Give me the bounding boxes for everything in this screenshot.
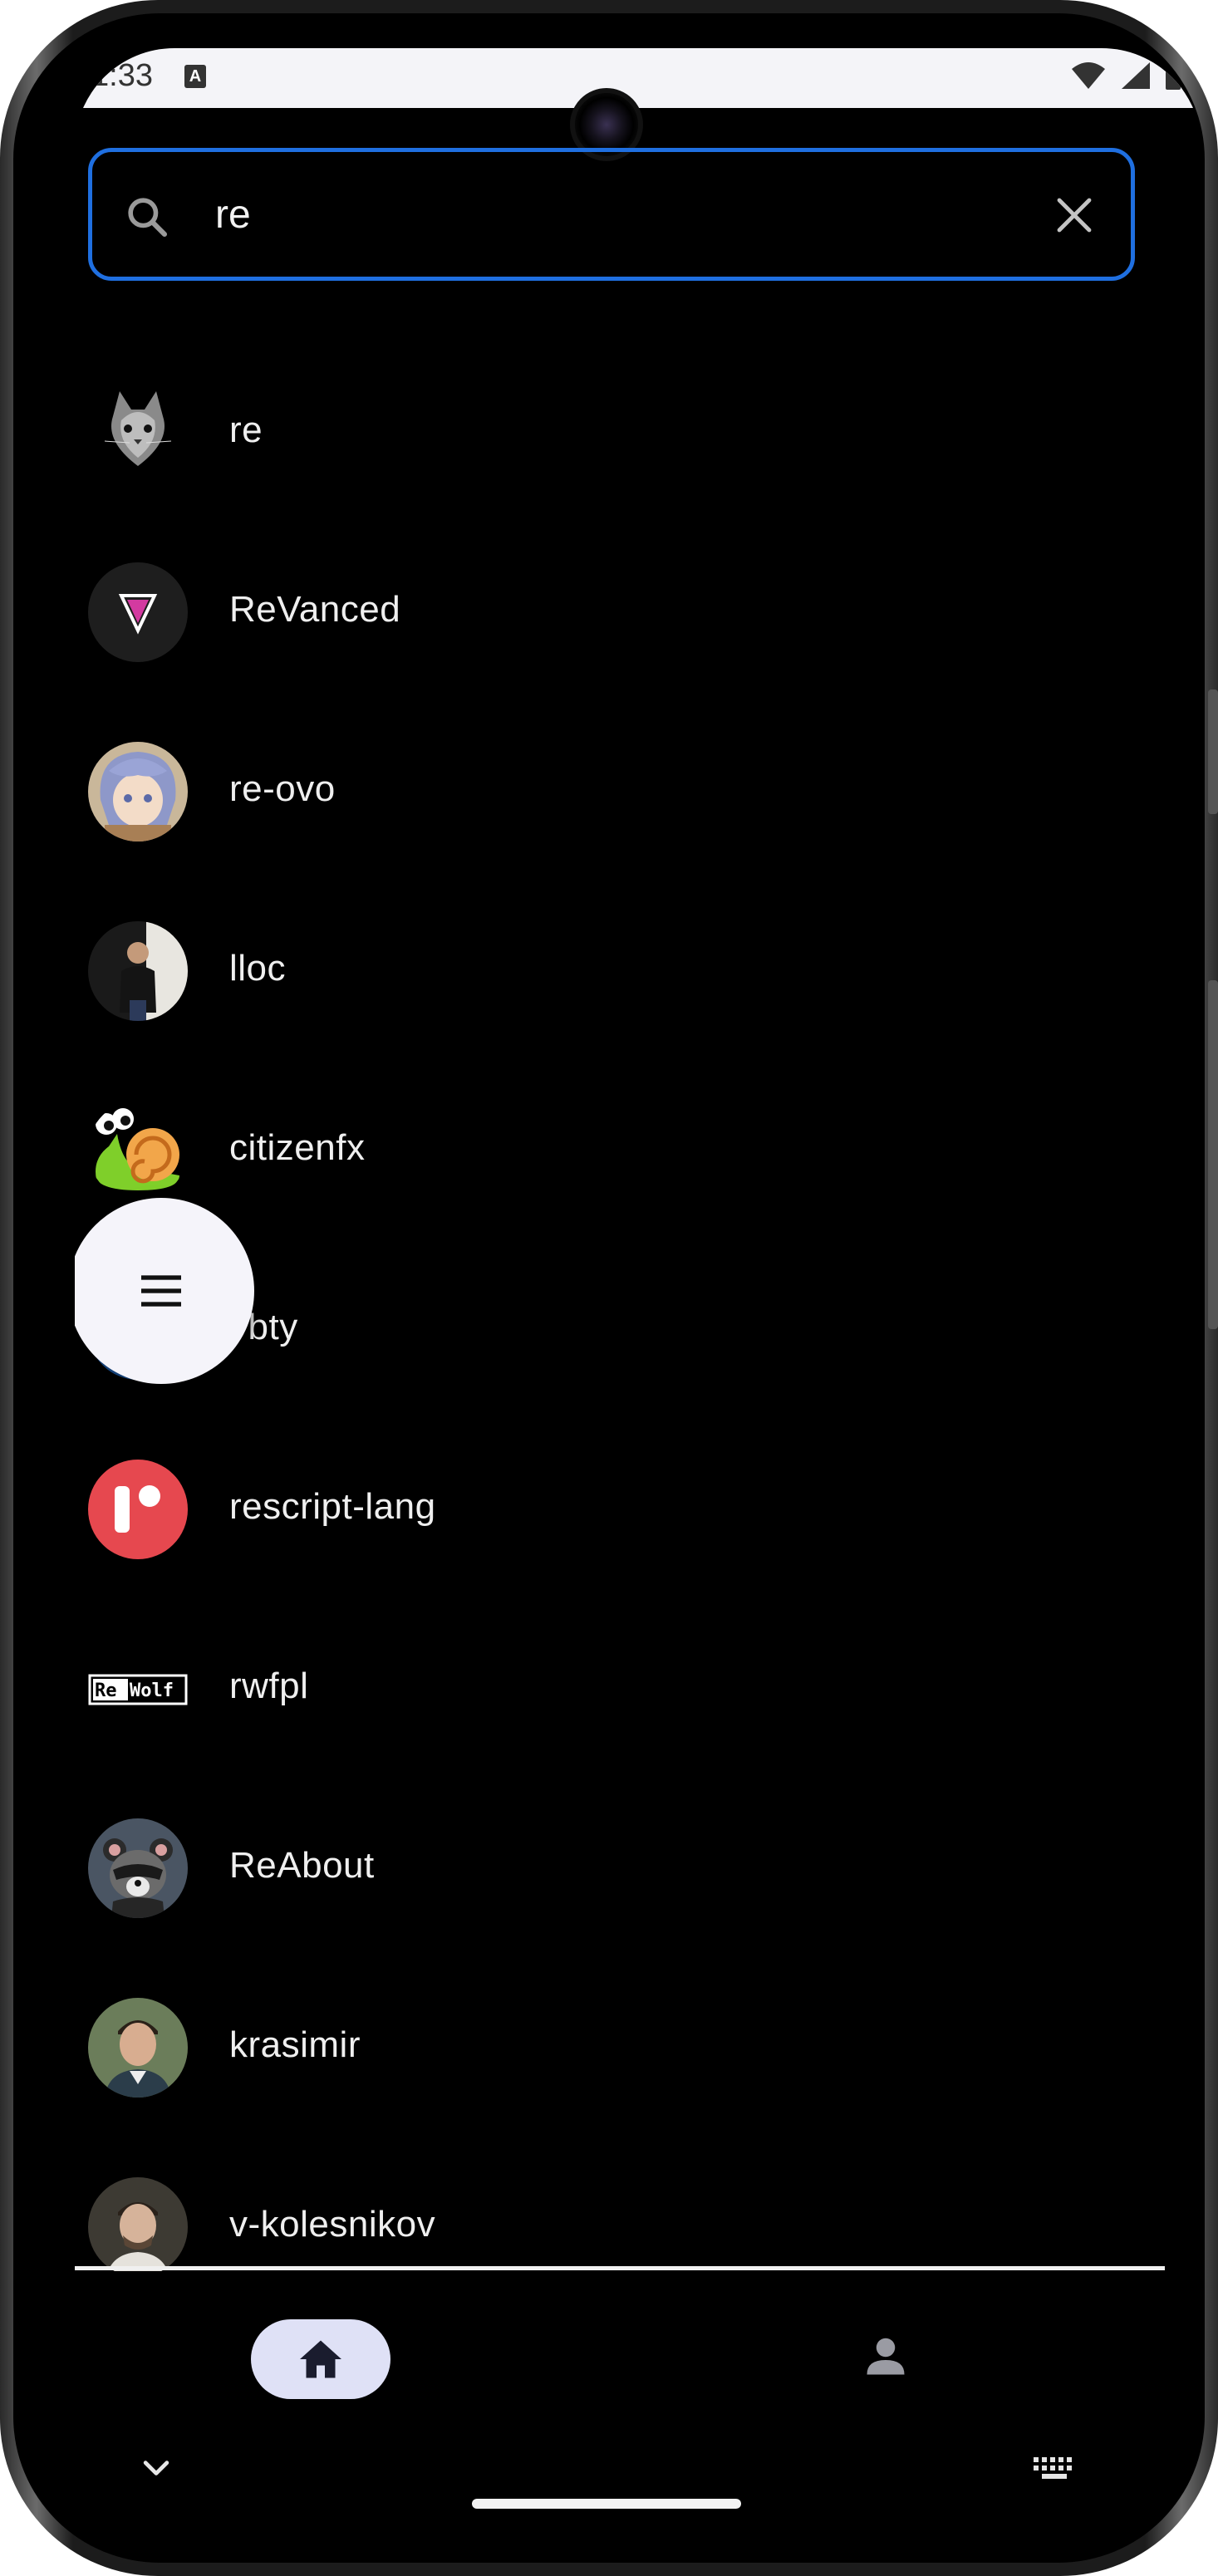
list-item-label: ReVanced — [229, 589, 401, 630]
cat-avatar — [88, 383, 188, 483]
keyboard-icon[interactable] — [1032, 2456, 1078, 2482]
status-icons — [1070, 60, 1183, 91]
notification-a-icon: A — [184, 65, 206, 88]
bottom-navigation — [75, 2271, 1201, 2412]
list-item[interactable]: ReAbout — [75, 1779, 1201, 1958]
list-item[interactable]: ReVanced — [75, 523, 1201, 702]
status-bar: 1:33 A — [75, 48, 1201, 108]
signal-icon — [1122, 62, 1150, 89]
revanced-logo — [88, 562, 188, 662]
nav-home-tab[interactable] — [251, 2319, 390, 2399]
power-button — [1208, 980, 1218, 1329]
nav-profile-tab[interactable] — [861, 2331, 911, 2385]
list-item[interactable]: krasimir — [75, 1958, 1201, 2137]
list-item-label: krasimir — [229, 2024, 361, 2065]
wifi-icon — [1072, 62, 1105, 89]
screen: 1:33 A re re ReVanced re-ovo lloc citize… — [75, 48, 1201, 2528]
list-item[interactable]: Re Wolf rwfpl — [75, 1599, 1201, 1779]
close-icon[interactable] — [1054, 195, 1094, 235]
raccoon-avatar — [88, 1818, 188, 1918]
speaker-photo — [88, 921, 188, 1021]
list-item-label: ReAbout — [229, 1845, 375, 1886]
list-item[interactable]: re — [75, 343, 1201, 523]
list-item[interactable]: lloc — [75, 881, 1201, 1061]
battery-icon — [1166, 60, 1181, 90]
list-item-label: lloc — [229, 948, 287, 989]
rescript-logo — [88, 1460, 188, 1559]
search-icon — [128, 198, 168, 238]
rewolf-logo: Re Wolf — [88, 1639, 188, 1739]
phone-frame: 1:33 A re re ReVanced re-ovo lloc citize… — [0, 0, 1218, 2576]
list-item-label: re — [229, 410, 263, 450]
list-item-label: re-ovo — [229, 768, 336, 809]
search-input[interactable] — [215, 185, 963, 243]
anime-avatar — [88, 742, 188, 841]
list-item[interactable]: re-ovo — [75, 702, 1201, 881]
home-icon — [300, 2340, 341, 2378]
list-item-label: citizenfx — [229, 1127, 366, 1168]
search-field[interactable] — [88, 148, 1135, 281]
person-icon — [867, 2338, 905, 2375]
list-item-label: v-kolesnikov — [229, 2204, 436, 2245]
volume-button — [1208, 689, 1218, 814]
list-item[interactable]: citizenfx — [75, 1061, 1201, 1240]
snail-avatar — [88, 1101, 188, 1200]
status-time: 1:33 — [91, 58, 153, 93]
menu-icon — [141, 1275, 181, 1307]
svg-text:Re: Re — [95, 1681, 117, 1701]
home-indicator[interactable] — [472, 2499, 741, 2509]
list-item-label: rescript-lang — [229, 1486, 436, 1527]
menu-button[interactable] — [75, 1198, 254, 1384]
nav-divider — [75, 2266, 1165, 2270]
svg-text:Wolf: Wolf — [130, 1681, 174, 1701]
chevron-down-icon[interactable] — [138, 2451, 174, 2487]
portrait-photo — [88, 1998, 188, 2098]
list-item[interactable]: rescript-lang — [75, 1420, 1201, 1599]
list-item-label: rwfpl — [229, 1666, 309, 1706]
portrait-photo — [88, 2177, 188, 2277]
